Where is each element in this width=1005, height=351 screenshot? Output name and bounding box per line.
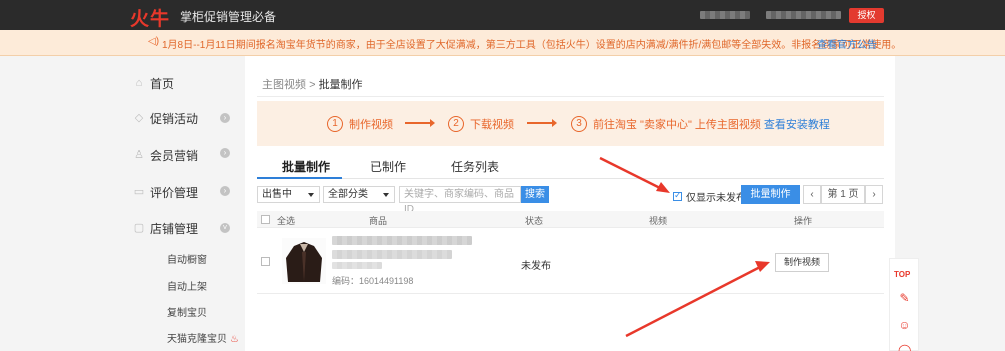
search-input[interactable]: 关键字、商家编码、商品ID	[399, 186, 521, 215]
step-1: 1 制作视频	[327, 116, 393, 132]
sidebar-subitem-auto-list[interactable]: 自动上架	[167, 278, 207, 293]
select-all-checkbox[interactable]	[261, 215, 270, 224]
prev-page-button[interactable]: ‹	[803, 185, 821, 204]
sidebar-item-label: 店铺管理	[150, 221, 199, 236]
speaker-icon: ◁)	[148, 36, 160, 47]
float-toolbar: TOP ✎ ☺ ◯	[889, 258, 919, 351]
header-status: 状态	[525, 216, 544, 226]
breadcrumb-current: 批量制作	[318, 79, 363, 91]
notice-bar: ◁) 1月8日--1月11日期间报名淘宝年货节的商家，由于全店设置了大促满减，第…	[0, 30, 1005, 56]
authorize-button[interactable]: 授权	[849, 8, 884, 23]
search-button[interactable]: 搜索	[521, 186, 549, 203]
chevron-right-icon[interactable]: ›	[220, 113, 230, 123]
sidebar-item-reviews[interactable]: ▭ 评价管理	[133, 182, 198, 202]
divider	[257, 96, 884, 97]
tab-task-list[interactable]: 任务列表	[451, 158, 499, 175]
install-tutorial-link[interactable]: 查看安装教程	[764, 116, 830, 132]
user-name-blurred	[700, 11, 750, 19]
sidebar-item-label: 会员营销	[150, 148, 199, 163]
chevron-right-icon[interactable]: ›	[220, 186, 230, 196]
breadcrumb-parent[interactable]: 主图视频	[262, 79, 306, 91]
home-icon: ⌂	[135, 77, 143, 89]
header-action: 操作	[794, 216, 813, 226]
sidebar	[0, 56, 245, 351]
table-header: 全选 商品 状态 视频 操作	[257, 211, 884, 228]
sidebar-item-label: 首页	[150, 76, 175, 91]
caret-down-icon	[383, 193, 389, 197]
step-2: 2 下载视频	[448, 116, 514, 132]
notice-link[interactable]: 查看官方公告	[817, 36, 877, 51]
jacket-image	[282, 238, 326, 284]
status-select[interactable]: 出售中	[257, 186, 320, 203]
sidebar-item-home[interactable]: ⌂ 首页	[133, 73, 174, 93]
main-panel: 主图视频 > 批量制作 1 制作视频 2 下载视频 3 前往淘宝 "卖家中心" …	[245, 56, 895, 351]
steps-banner: 1 制作视频 2 下载视频 3 前往淘宝 "卖家中心" 上传主图视频 查看安装教…	[257, 101, 884, 146]
header-select-all[interactable]: 全选	[277, 214, 295, 227]
table-row: 编码：16014491198 未发布 制作视频	[257, 228, 884, 294]
back-to-top-button[interactable]: TOP	[894, 270, 910, 279]
category-select[interactable]: 全部分类	[323, 186, 395, 203]
notice-text: 1月8日--1月11日期间报名淘宝年货节的商家，由于全店设置了大促满减，第三方工…	[162, 40, 902, 51]
edit-icon[interactable]: ✎	[898, 292, 911, 305]
user-icon: ♙	[134, 149, 144, 161]
sidebar-subitem-copy-item[interactable]: 复制宝贝	[167, 304, 207, 319]
header-product: 商品	[369, 216, 388, 226]
sidebar-item-shop[interactable]: ▢ 店铺管理	[133, 218, 198, 238]
arrow-right-icon	[405, 119, 435, 127]
product-code: 编码：16014491198	[332, 276, 414, 286]
logo: 火牛	[130, 9, 171, 30]
shop-icon: ▢	[133, 222, 145, 234]
arrow-right-icon	[527, 119, 557, 127]
step-3: 3 前往淘宝 "卖家中心" 上传主图视频 查看安装教程	[571, 116, 830, 132]
sidebar-subitem-auto-window[interactable]: 自动橱窗	[167, 251, 207, 266]
caret-down-icon	[308, 193, 314, 197]
tab-batch-make[interactable]: 批量制作	[282, 158, 330, 175]
sidebar-item-promotions[interactable]: ◇ 促销活动	[133, 108, 198, 128]
only-unpublished-toggle[interactable]: 仅显示未发布	[673, 189, 746, 204]
chevron-down-icon[interactable]: ˅	[220, 223, 230, 233]
page-indicator: 第 1 页	[821, 185, 865, 204]
tab-made[interactable]: 已制作	[370, 158, 406, 175]
sidebar-subitem-tmall-clone[interactable]: 天猫克隆宝贝 ♨	[167, 330, 239, 345]
checkbox-checked[interactable]	[673, 190, 682, 201]
product-title-blurred	[332, 236, 472, 245]
comment-icon: ▭	[133, 186, 145, 198]
account-info-blurred	[766, 11, 841, 19]
chat-icon[interactable]: ☺	[898, 319, 911, 332]
breadcrumb-separator: >	[309, 79, 316, 91]
tagline: 掌柜促销管理必备	[180, 10, 277, 24]
batch-make-button[interactable]: 批量制作	[741, 185, 800, 204]
breadcrumb: 主图视频 > 批量制作	[262, 76, 363, 92]
sidebar-item-members[interactable]: ♙ 会员营销	[133, 145, 198, 165]
tab-underline	[257, 177, 342, 179]
status-label: 未发布	[521, 261, 551, 272]
flame-icon: ♨	[230, 334, 239, 345]
row-checkbox[interactable]	[261, 257, 270, 266]
tab-bar: 批量制作 已制作 任务列表	[257, 155, 884, 179]
help-icon[interactable]: ◯	[898, 344, 911, 351]
product-thumbnail[interactable]	[282, 238, 326, 284]
next-page-button[interactable]: ›	[865, 185, 883, 204]
header-video: 视频	[649, 216, 668, 226]
sidebar-item-label: 促销活动	[150, 111, 199, 126]
tag-icon: ◇	[134, 112, 144, 124]
chevron-right-icon[interactable]: ›	[220, 148, 230, 158]
product-title-blurred	[332, 262, 382, 269]
product-title-blurred	[332, 250, 452, 259]
make-video-button[interactable]: 制作视频	[775, 253, 829, 272]
top-bar: 火牛 掌柜促销管理必备 授权	[0, 0, 1005, 30]
sidebar-item-label: 评价管理	[150, 185, 199, 200]
